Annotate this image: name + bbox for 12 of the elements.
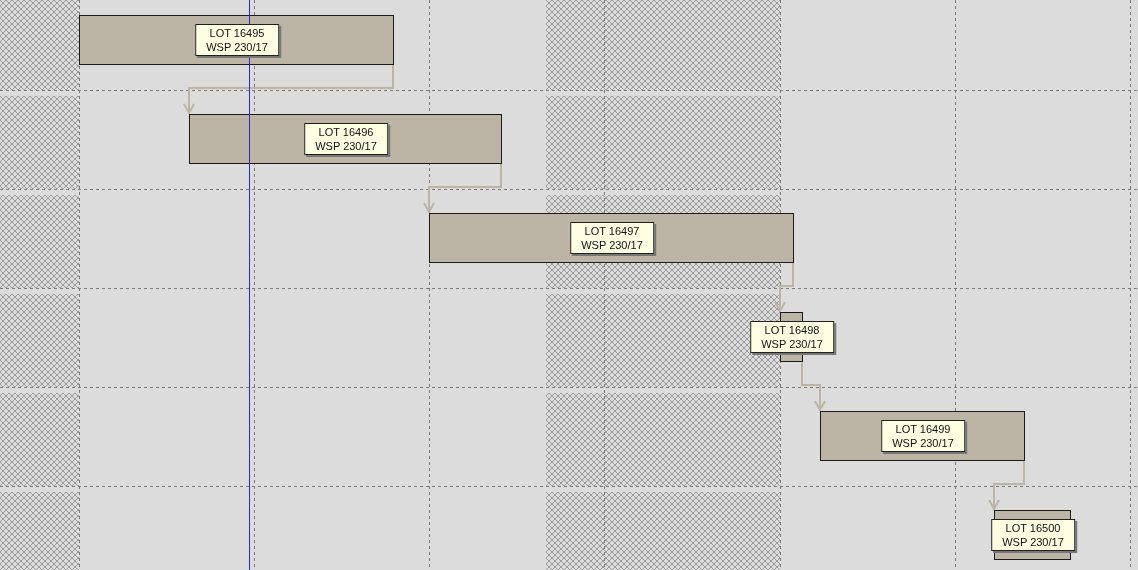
order-number: WSP 230/17 [892,436,954,450]
lot-number: LOT 16496 [318,125,374,139]
order-number: WSP 230/17 [761,337,823,351]
lot-number: LOT 16500 [1005,521,1061,535]
lot-number: LOT 16495 [209,26,265,40]
order-number: WSP 230/17 [315,139,377,153]
lot-number: LOT 16499 [895,422,951,436]
order-number: WSP 230/17 [1002,535,1064,549]
order-number: WSP 230/17 [206,40,268,54]
lot-number: LOT 16497 [584,224,640,238]
order-number: WSP 230/17 [581,238,643,252]
lot-number: LOT 16498 [764,323,820,337]
